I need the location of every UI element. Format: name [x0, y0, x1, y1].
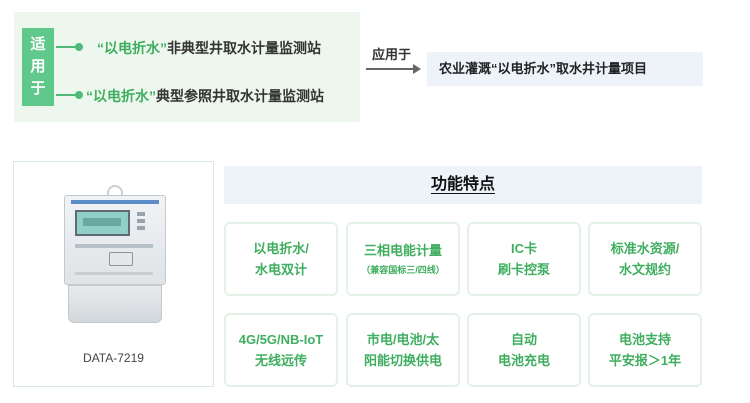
feature-7-line-2: 电池充电 [497, 353, 550, 368]
product-panel: DATA-7219 [13, 161, 214, 387]
feature-5-line-2: 无线远传 [254, 353, 307, 368]
product-model: DATA-7219 [83, 351, 144, 365]
meter-lcd-display [75, 210, 130, 236]
feature-card-4: 标准水资源/ 水文规约 [588, 222, 702, 296]
arrow-line [366, 68, 416, 70]
feature-8-line-1: 电池支持 [618, 332, 671, 347]
feature-card-1: 以电折水/ 水电双计 [224, 222, 338, 296]
features-title: 功能特点 [224, 166, 702, 204]
feature-card-6: 市电/电池/太 阳能切换供电 [346, 313, 460, 387]
applicable-item-1-text: 非典型井取水计量监测站 [167, 40, 321, 56]
feature-3-line-2: 刷卡控泵 [497, 262, 550, 277]
feature-card-2: 三相电能计量 （兼容国标三/四线） [346, 222, 460, 296]
connector-1 [56, 43, 83, 51]
feature-6-line-1: 市电/电池/太 [366, 332, 440, 347]
applicable-tag-char-1: 适 [30, 36, 46, 53]
feature-7-line-1: 自动 [510, 332, 537, 347]
feature-1-line-2: 水电双计 [254, 262, 307, 277]
features-title-text: 功能特点 [430, 176, 495, 193]
meter-image [64, 185, 166, 327]
card-reader-icon [109, 252, 133, 266]
applicable-item-1-highlight: “以电折水” [97, 40, 167, 56]
applicable-item-2-text: 典型参照井取水计量监测站 [156, 88, 324, 104]
feature-6-line-2: 阳能切换供电 [363, 353, 442, 368]
feature-2-subtext: （兼容国标三/四线） [361, 264, 445, 275]
feature-card-8: 电池支持 平安报＞1年 [588, 313, 702, 387]
meter-footer-strip [75, 272, 153, 275]
feature-4-line-2: 水文规约 [618, 262, 671, 277]
feature-3-line-1: IC卡 [510, 241, 537, 256]
arrow-right-icon [413, 64, 421, 74]
feature-1-line-1: 以电折水/ [253, 241, 309, 256]
applied-to-label: 应用于 [372, 47, 412, 62]
meter-terminal-cover [68, 285, 162, 323]
feature-8-line-2: 平安报＞1年 [608, 353, 682, 368]
meter-keys [137, 212, 157, 234]
connector-2 [56, 91, 83, 99]
meter-label-strip [71, 200, 159, 204]
applicable-tag-char-2: 用 [30, 58, 46, 75]
feature-card-5: 4G/5G/NB-IoT 无线远传 [224, 313, 338, 387]
applicable-tag: 适 用 于 [22, 28, 54, 106]
feature-card-3: IC卡 刷卡控泵 [467, 222, 581, 296]
feature-2-line-1: 三相电能计量 [363, 242, 442, 258]
applicable-item-1: “以电折水”非典型井取水计量监测站 [97, 38, 321, 58]
applied-to-target: 农业灌溉“以电折水”取水井计量项目 [427, 52, 703, 86]
feature-4-line-1: 标准水资源/ [610, 241, 680, 256]
feature-card-7: 自动 电池充电 [467, 313, 581, 387]
meter-body [64, 195, 166, 285]
applicable-item-2-highlight: “以电折水” [86, 88, 156, 104]
applicable-item-2: “以电折水”典型参照井取水计量监测站 [86, 86, 324, 106]
feature-5-line-1: 4G/5G/NB-IoT [238, 332, 324, 347]
meter-indicator-strip [75, 244, 153, 248]
applicable-tag-char-3: 于 [30, 80, 46, 97]
